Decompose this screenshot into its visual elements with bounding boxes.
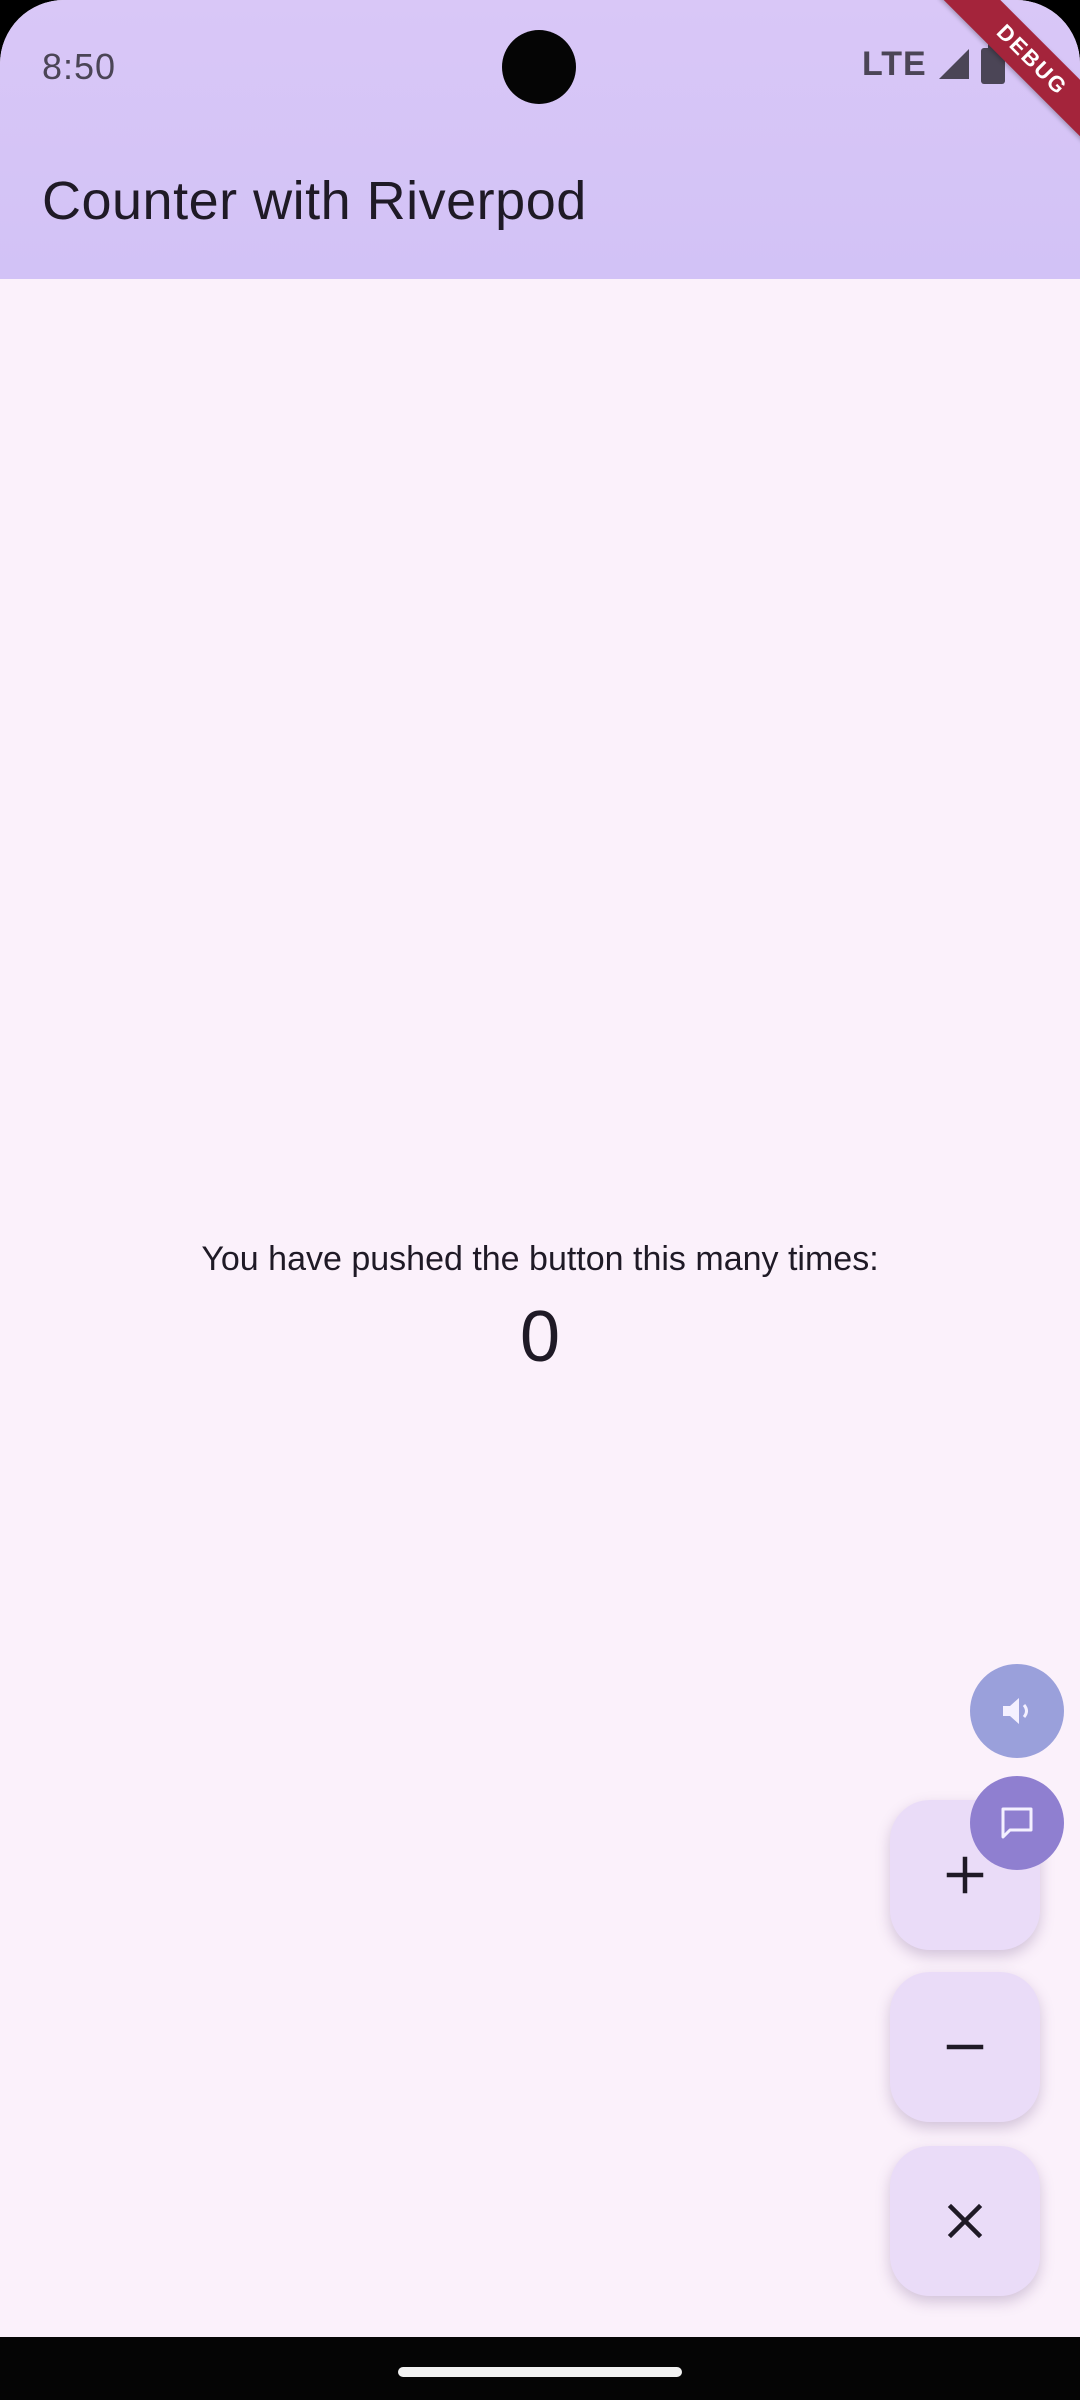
counter-value: 0 [519, 1297, 561, 1377]
app-bar: 8:50 LTE DEBUG Counter with Riverpod [0, 0, 1080, 279]
network-type: LTE [862, 44, 927, 83]
status-time: 8:50 [42, 46, 117, 87]
counter-caption: You have pushed the button this many tim… [201, 1240, 879, 1278]
sound-bubble[interactable] [970, 1664, 1064, 1758]
home-gesture-handle[interactable] [398, 2367, 682, 2377]
status-indicators: LTE [862, 44, 1005, 84]
chat-icon [1001, 1807, 1033, 1839]
minus-icon [946, 2044, 984, 2050]
camera-cutout [502, 30, 576, 104]
close-icon [947, 2203, 983, 2239]
decrement-button[interactable] [890, 1972, 1040, 2122]
plus-icon [946, 1856, 984, 1894]
reset-button[interactable] [890, 2146, 1040, 2296]
volume-icon [1003, 1698, 1028, 1724]
chat-bubble[interactable] [970, 1776, 1064, 1870]
page-title: Counter with Riverpod [42, 171, 587, 231]
signal-icon [938, 49, 969, 79]
app-screen: 8:50 LTE DEBUG Counter with Riverpod You… [0, 0, 1080, 2400]
